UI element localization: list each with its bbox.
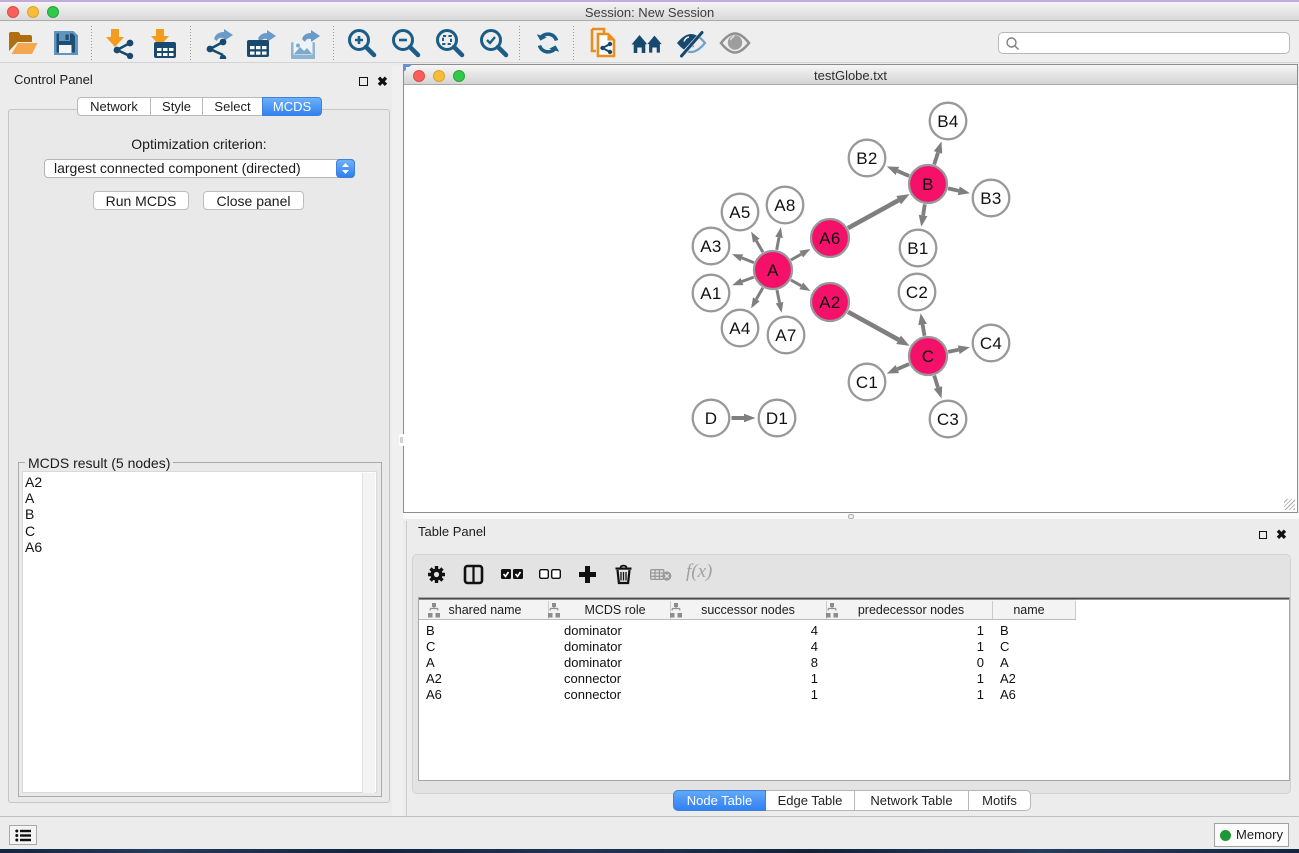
svg-text:C: C [426, 639, 435, 654]
svg-text:dominator: dominator [564, 623, 622, 638]
svg-text:dominator: dominator [564, 639, 622, 654]
svg-text:B3: B3 [980, 189, 1001, 208]
svg-text:1: 1 [977, 639, 984, 654]
svg-text:B4: B4 [937, 112, 958, 131]
svg-text:predecessor nodes: predecessor nodes [858, 603, 964, 617]
svg-text:C2: C2 [906, 283, 928, 302]
svg-text:0: 0 [977, 655, 984, 670]
svg-text:A6: A6 [1000, 687, 1016, 702]
svg-text:connector: connector [564, 687, 622, 702]
svg-text:1: 1 [977, 687, 984, 702]
svg-text:8: 8 [811, 655, 818, 670]
svg-text:successor nodes: successor nodes [701, 603, 795, 617]
svg-text:A4: A4 [729, 319, 750, 338]
svg-text:A2: A2 [426, 671, 442, 686]
svg-text:B: B [426, 623, 435, 638]
svg-text:A5: A5 [729, 203, 750, 222]
svg-text:1: 1 [977, 623, 984, 638]
svg-text:4: 4 [811, 639, 818, 654]
svg-text:1: 1 [811, 671, 818, 686]
svg-text:1: 1 [811, 687, 818, 702]
svg-text:MCDS role: MCDS role [584, 603, 645, 617]
svg-text:A: A [1000, 655, 1009, 670]
svg-text:D1: D1 [766, 409, 788, 428]
svg-text:A8: A8 [774, 196, 795, 215]
svg-text:A6: A6 [426, 687, 442, 702]
svg-text:B1: B1 [907, 239, 928, 258]
svg-text:B2: B2 [856, 149, 877, 168]
svg-text:1: 1 [977, 671, 984, 686]
svg-text:A2: A2 [1000, 671, 1016, 686]
svg-text:C4: C4 [980, 334, 1002, 353]
svg-text:B: B [1000, 623, 1009, 638]
svg-text:shared name: shared name [449, 603, 522, 617]
svg-text:A3: A3 [700, 237, 721, 256]
svg-text:A: A [426, 655, 435, 670]
svg-text:D: D [705, 409, 718, 428]
svg-text:A6: A6 [819, 229, 840, 248]
svg-text:name: name [1013, 603, 1044, 617]
svg-text:C: C [922, 347, 935, 366]
svg-text:A2: A2 [819, 293, 840, 312]
svg-text:4: 4 [811, 623, 818, 638]
svg-text:C: C [1000, 639, 1009, 654]
svg-text:A7: A7 [775, 326, 796, 345]
svg-text:dominator: dominator [564, 655, 622, 670]
svg-text:C1: C1 [856, 373, 878, 392]
svg-text:connector: connector [564, 671, 622, 686]
svg-text:B: B [922, 175, 934, 194]
svg-text:C3: C3 [937, 410, 959, 429]
svg-text:A: A [767, 261, 779, 280]
svg-text:A1: A1 [700, 284, 721, 303]
